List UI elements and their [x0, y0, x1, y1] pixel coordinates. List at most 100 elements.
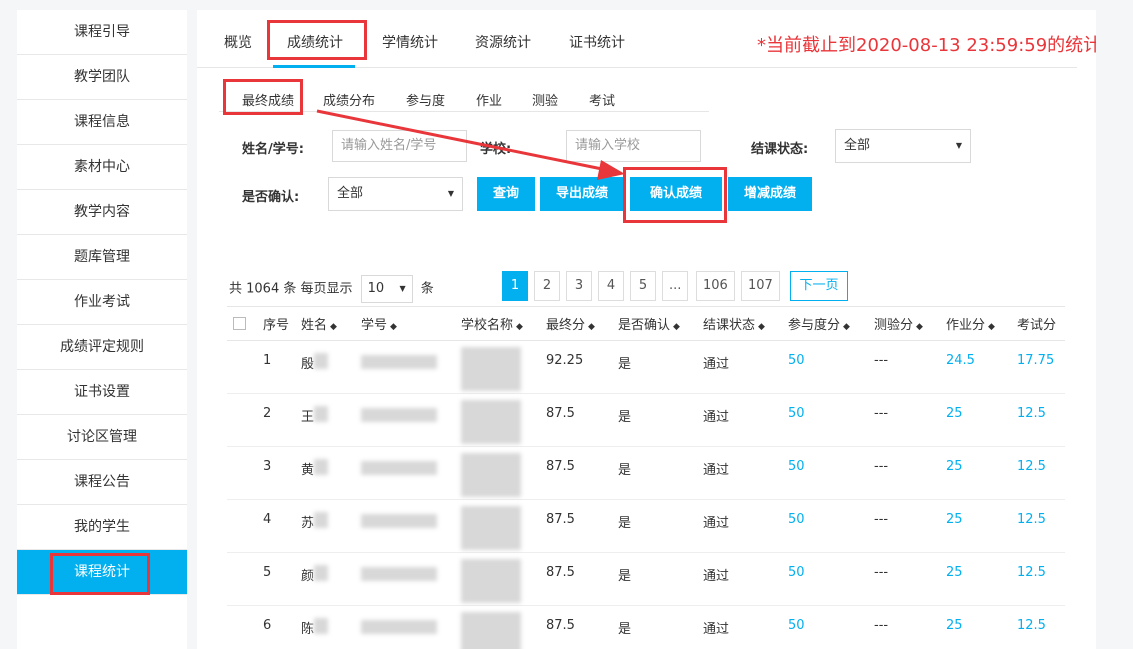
homework-score-link[interactable]: 24.5: [946, 340, 1017, 394]
export-grades-button[interactable]: 导出成绩: [540, 177, 624, 211]
sort-icon[interactable]: ◆: [516, 322, 523, 332]
column-header[interactable]: 作业分 ◆: [946, 306, 1017, 341]
confirm-select[interactable]: 全部 ▼: [328, 177, 463, 211]
page-size-select[interactable]: 10 ▼: [360, 275, 413, 303]
sidebar-item-teaching-team[interactable]: 教学团队: [17, 55, 187, 100]
query-button[interactable]: 查询: [477, 177, 535, 211]
name-filter-label: 姓名/学号:: [242, 142, 304, 157]
column-header: 考试分: [1017, 306, 1065, 341]
subtab-exam[interactable]: 考试: [589, 90, 615, 109]
sidebar-item-certificate[interactable]: 证书设置: [17, 370, 187, 415]
column-header[interactable]: 姓名 ◆: [301, 306, 361, 341]
table-row: 5 颜 87.5 是 通过 50 --- 25 12.5: [227, 552, 1065, 606]
subtab-homework[interactable]: 作业: [476, 90, 502, 109]
page-1-button[interactable]: 1: [502, 271, 528, 301]
student-id: [361, 340, 461, 394]
page-4-button[interactable]: 4: [598, 271, 624, 301]
sort-icon[interactable]: ◆: [330, 322, 337, 332]
confirmed-status: 是: [618, 393, 703, 447]
sort-icon[interactable]: ◆: [843, 322, 850, 332]
sub-tabs: 最终成绩 成绩分布 参与度 作业 测验 考试: [219, 84, 709, 112]
exam-score-link[interactable]: 17.75: [1017, 340, 1065, 394]
exam-score-link[interactable]: 12.5: [1017, 605, 1065, 649]
subtab-participation[interactable]: 参与度: [406, 90, 445, 109]
final-score: 87.5: [546, 393, 618, 447]
redacted-block: [314, 565, 329, 581]
page-106-button[interactable]: 106: [696, 271, 735, 301]
homework-score-link[interactable]: 25: [946, 552, 1017, 606]
tab-learning-stats[interactable]: 学情统计: [382, 32, 438, 52]
tab-grade-stats[interactable]: 成绩统计: [287, 32, 343, 52]
student-id: [361, 605, 461, 649]
participation-score-link[interactable]: 50: [788, 552, 874, 606]
subtab-grade-distribution[interactable]: 成绩分布: [323, 90, 375, 109]
sidebar-item-homework-exam[interactable]: 作业考试: [17, 280, 187, 325]
confirmed-status: 是: [618, 605, 703, 649]
redacted-block: [461, 559, 521, 603]
participation-score-link[interactable]: 50: [788, 499, 874, 553]
confirm-grades-button[interactable]: 确认成绩: [630, 177, 722, 211]
name-search-input[interactable]: 请输入姓名/学号: [332, 130, 467, 162]
column-header[interactable]: 测验分 ◆: [874, 306, 946, 341]
column-header[interactable]: 最终分 ◆: [546, 306, 618, 341]
page-5-button[interactable]: 5: [630, 271, 656, 301]
next-page-button[interactable]: 下一页: [790, 271, 848, 301]
sort-icon[interactable]: ◆: [988, 322, 995, 332]
confirmed-status: 是: [618, 499, 703, 553]
column-header[interactable]: 参与度分 ◆: [788, 306, 874, 341]
participation-score-link[interactable]: 50: [788, 340, 874, 394]
redacted-block: [314, 618, 329, 634]
adjust-grades-button[interactable]: 增减成绩: [728, 177, 812, 211]
exam-score-link[interactable]: 12.5: [1017, 446, 1065, 500]
sidebar-item-my-students[interactable]: 我的学生: [17, 505, 187, 550]
tab-overview[interactable]: 概览: [224, 32, 252, 52]
participation-score-link[interactable]: 50: [788, 393, 874, 447]
subtab-final-grade[interactable]: 最终成绩: [242, 90, 294, 109]
sidebar-item-question-bank[interactable]: 题库管理: [17, 235, 187, 280]
page-3-button[interactable]: 3: [566, 271, 592, 301]
confirmed-status: 是: [618, 446, 703, 500]
exam-score-link[interactable]: 12.5: [1017, 393, 1065, 447]
exam-score-link[interactable]: 12.5: [1017, 499, 1065, 553]
sidebar-item-forum[interactable]: 讨论区管理: [17, 415, 187, 460]
tab-resource-stats[interactable]: 资源统计: [475, 32, 531, 52]
homework-score-link[interactable]: 25: [946, 499, 1017, 553]
completion-status: 通过: [703, 340, 788, 394]
exam-score-link[interactable]: 12.5: [1017, 552, 1065, 606]
column-header[interactable]: 是否确认 ◆: [618, 306, 703, 341]
sidebar-item-announcements[interactable]: 课程公告: [17, 460, 187, 505]
sidebar-item-teaching-content[interactable]: 教学内容: [17, 190, 187, 235]
page-size-suffix: 条: [420, 281, 434, 297]
sort-icon[interactable]: ◆: [916, 322, 923, 332]
redacted-block: [361, 514, 437, 528]
school-name: [461, 393, 546, 447]
column-header[interactable]: 学校名称 ◆: [461, 306, 546, 341]
homework-score-link[interactable]: 25: [946, 446, 1017, 500]
participation-score-link[interactable]: 50: [788, 446, 874, 500]
sort-icon[interactable]: ◆: [390, 322, 397, 332]
homework-score-link[interactable]: 25: [946, 393, 1017, 447]
select-all-checkbox[interactable]: [233, 317, 246, 330]
school-search-input[interactable]: 请输入学校: [566, 130, 701, 162]
sidebar-item-grading-rules[interactable]: 成绩评定规则: [17, 325, 187, 370]
sort-icon[interactable]: ◆: [588, 322, 595, 332]
sidebar-item-course-stats[interactable]: 课程统计: [17, 550, 187, 595]
redacted-block: [314, 512, 329, 528]
subtab-quiz[interactable]: 测验: [532, 90, 558, 109]
tab-certificate-stats[interactable]: 证书统计: [569, 32, 625, 52]
participation-score-link[interactable]: 50: [788, 605, 874, 649]
page-2-button[interactable]: 2: [534, 271, 560, 301]
homework-score-link[interactable]: 25: [946, 605, 1017, 649]
sort-icon[interactable]: ◆: [758, 322, 765, 332]
row-index: 2: [263, 393, 301, 447]
page-107-button[interactable]: 107: [741, 271, 780, 301]
column-header[interactable]: 学号 ◆: [361, 306, 461, 341]
page-ellipsis: ...: [662, 271, 689, 301]
sidebar-item-course-guide[interactable]: 课程引导: [17, 10, 187, 55]
sidebar-item-materials[interactable]: 素材中心: [17, 145, 187, 190]
status-select[interactable]: 全部 ▼: [835, 129, 971, 163]
caret-down-icon: ▼: [447, 189, 454, 198]
column-header[interactable]: 结课状态 ◆: [703, 306, 788, 341]
sort-icon[interactable]: ◆: [673, 322, 680, 332]
sidebar-item-course-info[interactable]: 课程信息: [17, 100, 187, 145]
